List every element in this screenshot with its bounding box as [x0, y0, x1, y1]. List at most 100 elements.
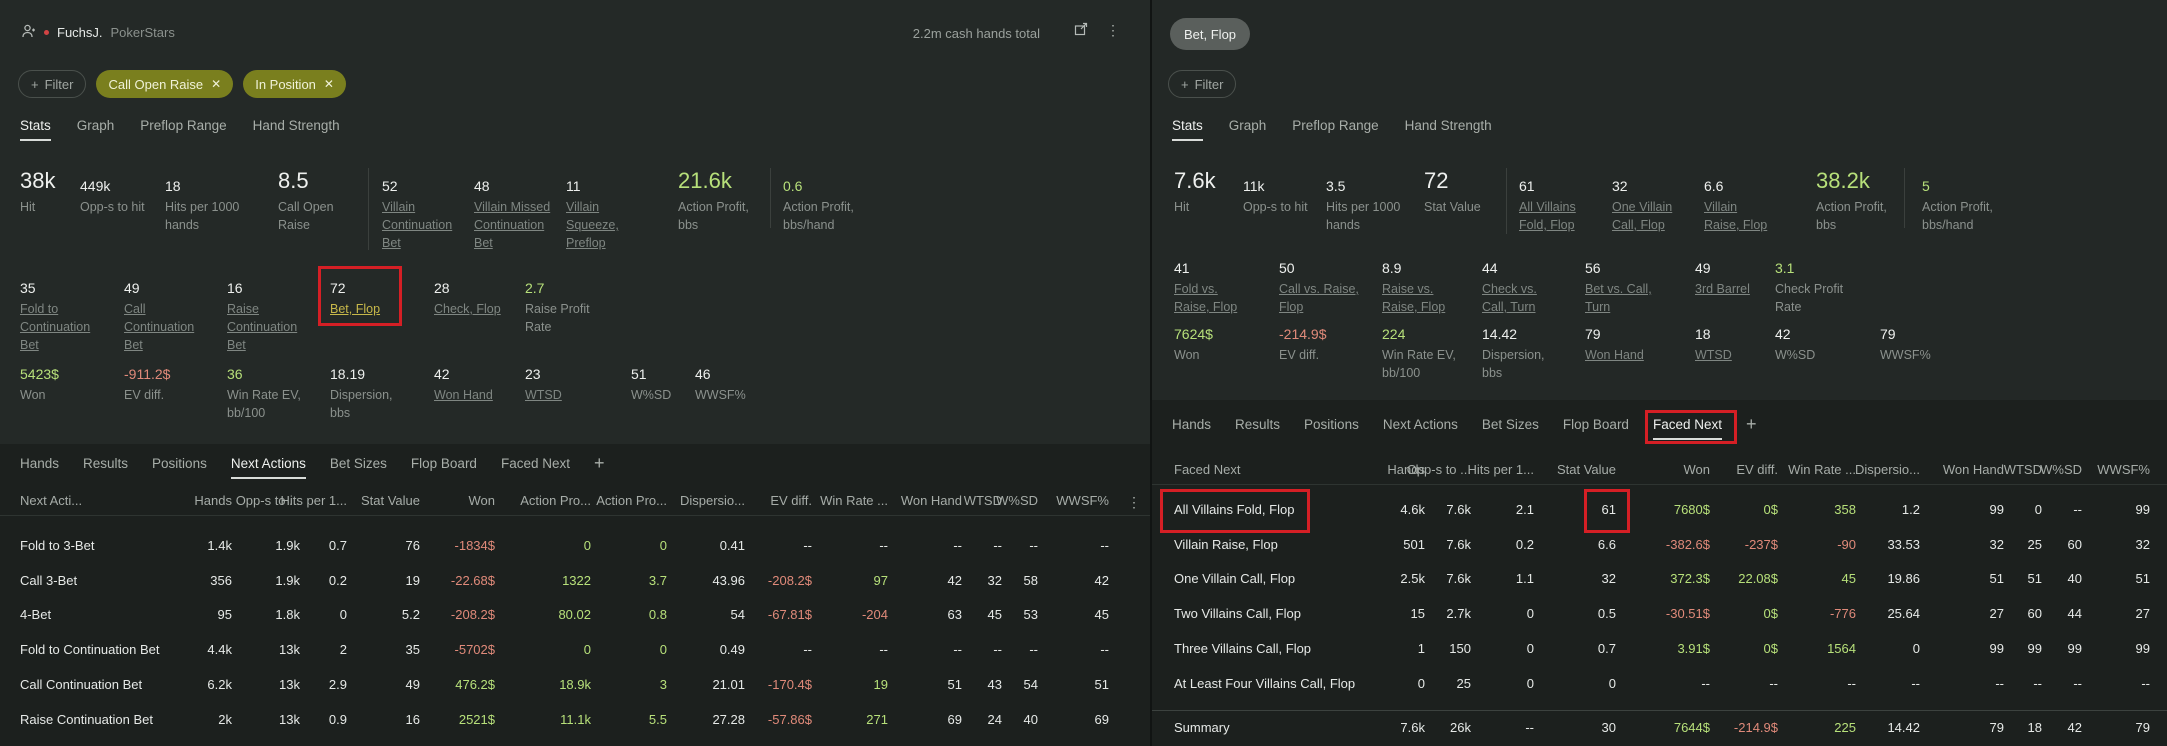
stat-villain-raise[interactable]: 6.6 Villain Raise, Flop	[1704, 178, 1774, 234]
column-header[interactable]: Next Acti...	[20, 493, 82, 508]
row-label[interactable]: Raise Continuation Bet	[20, 712, 153, 727]
tab-results[interactable]: Results	[83, 456, 128, 479]
row-label[interactable]: Call 3-Bet	[20, 573, 77, 588]
tab-hands[interactable]: Hands	[20, 456, 59, 479]
tab-bet-sizes[interactable]: Bet Sizes	[1482, 417, 1539, 440]
stat-fold-to-cbet[interactable]: 35 Fold to Continuation Bet	[20, 280, 105, 354]
tab-flop-board[interactable]: Flop Board	[411, 456, 477, 479]
column-header[interactable]: Hands	[194, 493, 232, 508]
stat-call-vs-raise[interactable]: 50 Call vs. Raise, Flop	[1279, 260, 1359, 316]
column-header[interactable]: Action Pro...	[520, 493, 591, 508]
row-label[interactable]: 4-Bet	[20, 607, 51, 622]
stat-fold-vs-raise[interactable]: 41 Fold vs. Raise, Flop	[1174, 260, 1254, 316]
column-header[interactable]: W%SD	[2040, 462, 2082, 477]
close-icon[interactable]: ✕	[211, 77, 221, 91]
column-header[interactable]: Won Hand	[901, 493, 962, 508]
tab-hand-strength[interactable]: Hand Strength	[253, 118, 340, 141]
add-tab-icon[interactable]: +	[594, 454, 605, 479]
tab-stats[interactable]: Stats	[1172, 118, 1203, 141]
tab-next-actions[interactable]: Next Actions	[1383, 417, 1458, 440]
column-header[interactable]: Won	[1684, 462, 1711, 477]
column-header[interactable]: Win Rate ...	[820, 493, 888, 508]
row-label[interactable]: Call Continuation Bet	[20, 677, 142, 692]
stat-won-hand[interactable]: 79 Won Hand	[1585, 326, 1644, 364]
column-header[interactable]: Stat Value	[1557, 462, 1616, 477]
tab-positions[interactable]: Positions	[1304, 417, 1359, 440]
tab-positions[interactable]: Positions	[152, 456, 207, 479]
column-header[interactable]: Won Hand	[1943, 462, 2004, 477]
row-label[interactable]: At Least Four Villains Call, Flop	[1174, 676, 1355, 691]
table-cell: --	[1995, 675, 2004, 691]
column-header[interactable]: Stat Value	[361, 493, 420, 508]
tab-graph[interactable]: Graph	[77, 118, 115, 141]
stat-raise-cbet[interactable]: 16 Raise Continuation Bet	[227, 280, 307, 354]
chip-call-open-raise[interactable]: Call Open Raise ✕	[96, 70, 234, 98]
player-name[interactable]: FuchsJ.	[57, 25, 103, 40]
stat-one-villain-call[interactable]: 32 One Villain Call, Flop	[1612, 178, 1682, 234]
table-cell: 1	[1417, 640, 1425, 656]
tab-next-actions[interactable]: Next Actions	[230, 456, 306, 479]
column-header[interactable]: Win Rate ...	[1788, 462, 1856, 477]
tab-preflop-range[interactable]: Preflop Range	[140, 118, 226, 141]
user-icon[interactable]	[22, 24, 36, 41]
column-header[interactable]: WWSF%	[1056, 493, 1109, 508]
table-cell: 0.41	[719, 538, 745, 553]
row-label[interactable]: Villain Raise, Flop	[1174, 537, 1278, 552]
tab-hand-strength[interactable]: Hand Strength	[1405, 118, 1492, 141]
filter-button[interactable]: + Filter	[1168, 70, 1237, 98]
stat-villain-squeeze[interactable]: 11 Villain Squeeze, Preflop	[566, 178, 626, 252]
column-header[interactable]: Faced Next	[1174, 462, 1240, 477]
column-header[interactable]: EV diff.	[1736, 462, 1778, 477]
more-vertical-icon[interactable]: ⋮	[1127, 494, 1141, 511]
add-tab-icon[interactable]: +	[1746, 415, 1757, 440]
breadcrumb-badge[interactable]: Bet, Flop	[1170, 18, 1251, 50]
column-header[interactable]: W%SD	[996, 493, 1038, 508]
column-header[interactable]: Won	[469, 493, 496, 508]
table-cell: 27	[2135, 606, 2150, 622]
column-header[interactable]: Hits per 1...	[1468, 462, 1534, 477]
row-label[interactable]: Three Villains Call, Flop	[1174, 641, 1311, 656]
stat-check-flop[interactable]: 28 Check, Flop	[434, 280, 514, 318]
table-cell: 271	[866, 711, 888, 727]
stat-wtsd[interactable]: 18 WTSD	[1695, 326, 1732, 364]
column-header[interactable]: WTSD	[2004, 462, 2042, 477]
stat-won-hand[interactable]: 42 Won Hand	[434, 366, 493, 404]
column-header[interactable]: Action Pro...	[596, 493, 667, 508]
more-vertical-icon[interactable]: ⋮	[1106, 22, 1120, 39]
table-cell: 32	[2135, 536, 2150, 552]
column-header[interactable]: Dispersio...	[680, 493, 745, 508]
column-header[interactable]: WWSF%	[2097, 462, 2150, 477]
column-header[interactable]: EV diff.	[770, 493, 812, 508]
table-cell: 19.86	[1887, 571, 1920, 587]
export-icon[interactable]	[1074, 22, 1088, 39]
stat-check-vs-call-turn[interactable]: 44 Check vs. Call, Turn	[1482, 260, 1552, 316]
stat-call-cbet[interactable]: 49 Call Continuation Bet	[124, 280, 204, 354]
tab-graph[interactable]: Graph	[1229, 118, 1267, 141]
row-label[interactable]: One Villain Call, Flop	[1174, 571, 1295, 586]
stat-all-villains-fold[interactable]: 61 All Villains Fold, Flop	[1519, 178, 1589, 234]
stat-bet-vs-call-turn[interactable]: 56 Bet vs. Call, Turn	[1585, 260, 1660, 316]
stat-villain-cbet[interactable]: 52 Villain Continuation Bet	[382, 178, 462, 252]
tab-bet-sizes[interactable]: Bet Sizes	[330, 456, 387, 479]
row-label[interactable]: Fold to Continuation Bet	[20, 642, 159, 657]
tab-results[interactable]: Results	[1235, 417, 1280, 440]
row-label[interactable]: Two Villains Call, Flop	[1174, 606, 1301, 621]
stat-wtsd[interactable]: 23 WTSD	[525, 366, 562, 404]
chip-in-position[interactable]: In Position ✕	[243, 70, 346, 98]
stat-raise-vs-raise[interactable]: 8.9 Raise vs. Raise, Flop	[1382, 260, 1457, 316]
filter-button[interactable]: + Filter	[18, 70, 87, 98]
column-header[interactable]: Hits per 1...	[281, 493, 347, 508]
tab-hands[interactable]: Hands	[1172, 417, 1211, 440]
tab-flop-board[interactable]: Flop Board	[1563, 417, 1629, 440]
tab-stats[interactable]: Stats	[20, 118, 51, 141]
row-label[interactable]: Fold to 3-Bet	[20, 538, 94, 553]
table-cell: 60	[2027, 606, 2042, 622]
stat-3rd-barrel[interactable]: 49 3rd Barrel	[1695, 260, 1765, 298]
tab-preflop-range[interactable]: Preflop Range	[1292, 118, 1378, 141]
close-icon[interactable]: ✕	[324, 77, 334, 91]
stat-villain-missed-cbet[interactable]: 48 Villain Missed Continuation Bet	[474, 178, 556, 252]
table-cell: 0$	[1763, 606, 1778, 622]
column-header[interactable]: Dispersio...	[1855, 462, 1920, 477]
column-header[interactable]: Opp-s to ...	[1407, 462, 1471, 477]
tab-faced-next[interactable]: Faced Next	[501, 456, 570, 479]
